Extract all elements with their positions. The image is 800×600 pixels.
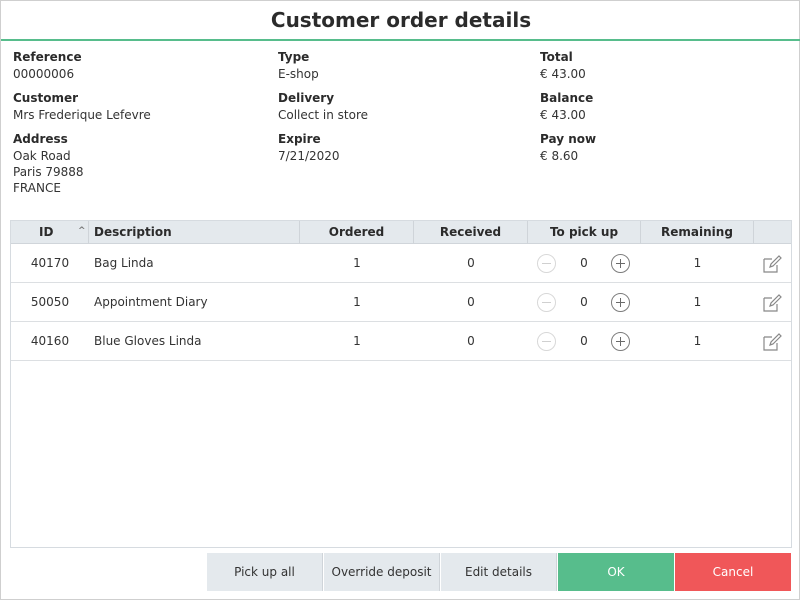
row-description: Bag Linda (94, 256, 154, 270)
override-deposit-button[interactable]: Override deposit (324, 553, 440, 591)
edit-icon (763, 294, 782, 312)
delivery-value: Collect in store (278, 108, 368, 122)
address-line: Paris 79888 (13, 165, 84, 179)
table-row[interactable]: 40170 Bag Linda 1 0 0 1 (11, 244, 791, 283)
edit-details-button[interactable]: Edit details (441, 553, 557, 591)
decrease-quantity-button[interactable] (537, 254, 556, 273)
increase-quantity-button[interactable] (611, 332, 630, 351)
pay-now-value: € 8.60 (540, 149, 579, 163)
expire-value: 7/21/2020 (278, 149, 340, 163)
address-line: FRANCE (13, 181, 61, 195)
address-line: Oak Road (13, 149, 71, 163)
row-received: 0 (467, 256, 475, 270)
row-remaining: 1 (693, 256, 702, 270)
pay-now-label: Pay now (540, 132, 597, 146)
decrease-quantity-button[interactable] (537, 293, 556, 312)
column-header-id[interactable]: ID ^ (11, 221, 89, 244)
title-bar: Customer order details (1, 1, 800, 41)
increase-quantity-button[interactable] (611, 254, 630, 273)
table-row[interactable]: 40160 Blue Gloves Linda 1 0 0 1 (11, 322, 791, 361)
reference-label: Reference (13, 50, 82, 64)
info-column-1: Reference 00000006 Customer Mrs Frederiq… (13, 49, 253, 204)
reference-field: Reference 00000006 (13, 49, 253, 82)
row-ordered: 1 (353, 256, 361, 270)
expire-label: Expire (278, 132, 321, 146)
info-column-2: Type E-shop Delivery Collect in store Ex… (278, 49, 518, 172)
row-id: 50050 (30, 295, 70, 309)
column-header-actions (754, 221, 791, 244)
customer-order-dialog: Customer order details Reference 0000000… (0, 0, 800, 600)
row-ordered: 1 (353, 334, 361, 348)
table-row[interactable]: 50050 Appointment Diary 1 0 0 1 (11, 283, 791, 322)
row-remaining: 1 (693, 334, 702, 348)
dialog-footer: Pick up all Override deposit Edit detail… (1, 553, 800, 600)
pay-now-field: Pay now € 8.60 (540, 131, 780, 164)
row-received: 0 (467, 295, 475, 309)
dialog-title: Customer order details (270, 8, 532, 32)
edit-line-button[interactable] (762, 293, 782, 313)
row-to-pick-up: 0 (580, 334, 588, 348)
balance-field: Balance € 43.00 (540, 90, 780, 123)
customer-field: Customer Mrs Frederique Lefevre (13, 90, 253, 123)
customer-value: Mrs Frederique Lefevre (13, 108, 151, 122)
ok-button[interactable]: OK (558, 553, 674, 591)
delivery-label: Delivery (278, 91, 335, 105)
balance-label: Balance (540, 91, 594, 105)
minus-icon (542, 341, 551, 342)
row-id: 40160 (30, 334, 70, 348)
cancel-button[interactable]: Cancel (675, 553, 791, 591)
row-received: 0 (467, 334, 475, 348)
total-value: € 43.00 (540, 67, 586, 81)
decrease-quantity-button[interactable] (537, 332, 556, 351)
delivery-field: Delivery Collect in store (278, 90, 518, 123)
address-field: Address Oak Road Paris 79888 FRANCE (13, 131, 253, 196)
total-label: Total (540, 50, 573, 64)
row-to-pick-up: 0 (580, 256, 588, 270)
minus-icon (542, 263, 551, 264)
row-remaining: 1 (693, 295, 702, 309)
row-id: 40170 (30, 256, 70, 270)
type-label: Type (278, 50, 310, 64)
increase-quantity-button[interactable] (611, 293, 630, 312)
edit-icon (763, 255, 782, 273)
row-description: Appointment Diary (94, 295, 208, 309)
expire-field: Expire 7/21/2020 (278, 131, 518, 164)
order-lines-table: ID ^ Description Ordered Received To pic… (10, 220, 792, 548)
row-description: Blue Gloves Linda (94, 334, 202, 348)
plus-icon-stroke (620, 337, 621, 346)
column-header-to-pick-up[interactable]: To pick up (528, 221, 641, 244)
column-header-received[interactable]: Received (414, 221, 528, 244)
edit-line-button[interactable] (762, 332, 782, 352)
type-value: E-shop (278, 67, 319, 81)
plus-icon-stroke (620, 259, 621, 268)
balance-value: € 43.00 (540, 108, 586, 122)
row-to-pick-up: 0 (580, 295, 588, 309)
customer-label: Customer (13, 91, 79, 105)
info-column-3: Total € 43.00 Balance € 43.00 Pay now € … (540, 49, 780, 172)
table-header: ID ^ Description Ordered Received To pic… (11, 221, 791, 244)
type-field: Type E-shop (278, 49, 518, 82)
caret-up-icon: ^ (78, 226, 86, 236)
address-label: Address (13, 132, 68, 146)
total-field: Total € 43.00 (540, 49, 780, 82)
edit-icon (763, 333, 782, 351)
plus-icon-stroke (620, 298, 621, 307)
order-info: Reference 00000006 Customer Mrs Frederiq… (1, 49, 800, 209)
column-header-description[interactable]: Description (89, 221, 300, 244)
reference-value: 00000006 (13, 67, 75, 81)
minus-icon (542, 302, 551, 303)
pick-up-all-button[interactable]: Pick up all (207, 553, 323, 591)
column-header-id-label: ID (39, 225, 54, 239)
column-header-remaining[interactable]: Remaining (641, 221, 754, 244)
column-header-ordered[interactable]: Ordered (300, 221, 414, 244)
edit-line-button[interactable] (762, 254, 782, 274)
row-ordered: 1 (353, 295, 361, 309)
